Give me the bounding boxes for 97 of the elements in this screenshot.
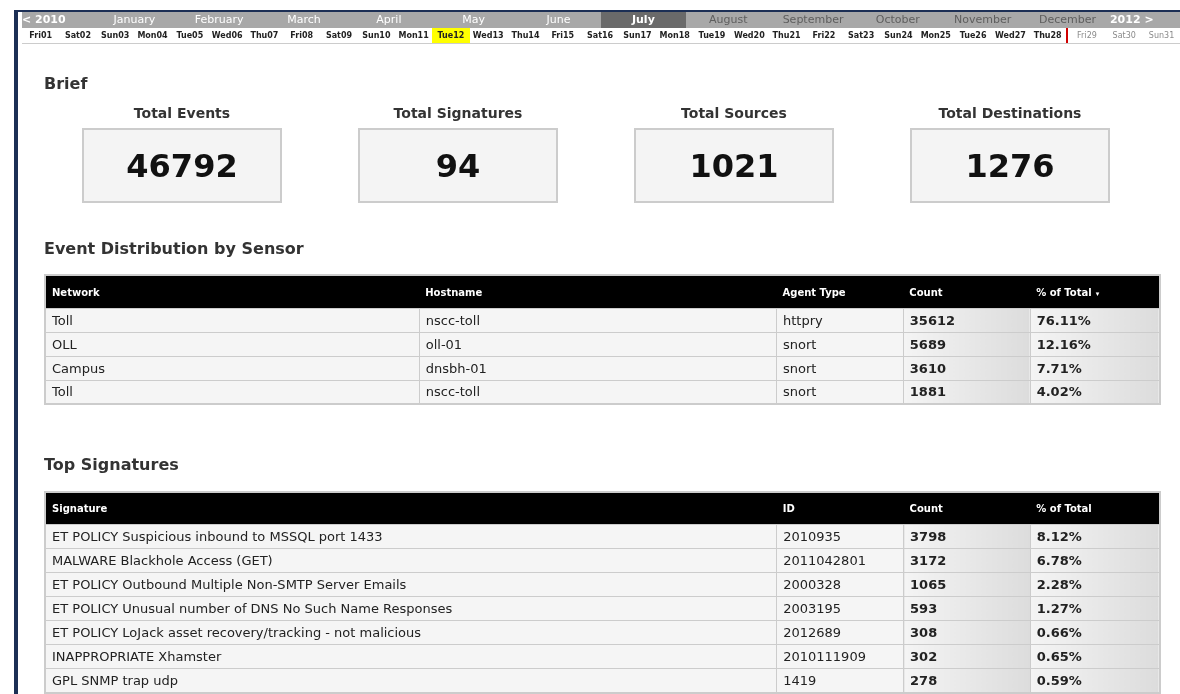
table-cell: Toll bbox=[45, 380, 420, 405]
day-link[interactable]: Fri08 bbox=[283, 28, 321, 43]
day-link[interactable]: Tue19 bbox=[693, 28, 731, 43]
day-link[interactable]: Thu28 bbox=[1029, 28, 1067, 43]
day-link[interactable]: Thu07 bbox=[245, 28, 284, 43]
day-link[interactable]: Thu14 bbox=[506, 28, 545, 43]
header-label: % of Total bbox=[1036, 286, 1092, 298]
day-link[interactable]: Sat02 bbox=[59, 28, 97, 43]
column-header: ID bbox=[776, 491, 904, 525]
table-cell: 1.27% bbox=[1030, 596, 1160, 621]
day-link[interactable]: Wed20 bbox=[730, 28, 768, 43]
table-cell: httpry bbox=[776, 308, 904, 333]
stat-label: Total Destinations bbox=[938, 104, 1082, 124]
day-link[interactable]: Tue05 bbox=[171, 28, 209, 43]
section-heading: Top Signatures bbox=[44, 455, 180, 475]
table-cell: ET POLICY Suspicious inbound to MSSQL port 1433 bbox=[45, 524, 777, 549]
column-header: Count bbox=[903, 491, 1031, 525]
day-link[interactable]: Fri01 bbox=[22, 28, 60, 43]
day-link[interactable]: Sun17 bbox=[618, 28, 657, 43]
table-cell: snort bbox=[776, 356, 904, 381]
day-link[interactable]: Mon11 bbox=[394, 28, 433, 43]
table-cell: 2000328 bbox=[776, 572, 904, 597]
table-cell: 2003195 bbox=[776, 596, 904, 621]
table-cell: OLL bbox=[45, 332, 420, 357]
day-link[interactable]: Sat09 bbox=[320, 28, 358, 43]
table-cell: oll-01 bbox=[419, 332, 777, 357]
day-link[interactable]: Sat23 bbox=[842, 28, 880, 43]
section-heading: Brief bbox=[44, 74, 89, 94]
stat-value: 1021 bbox=[634, 128, 834, 204]
day-link[interactable]: Sun24 bbox=[879, 28, 918, 43]
table-cell: INAPPROPRIATE Xhamster bbox=[45, 644, 777, 669]
day-link[interactable]: Wed06 bbox=[208, 28, 246, 43]
table-cell: Campus bbox=[45, 356, 420, 381]
table-cell: 278 bbox=[903, 668, 1031, 693]
table-cell: 3610 bbox=[903, 356, 1031, 381]
table-cell: 0.59% bbox=[1030, 668, 1160, 693]
table-cell: 35612 bbox=[903, 308, 1031, 333]
table-cell: 302 bbox=[903, 644, 1031, 669]
table-cell: 3798 bbox=[903, 524, 1031, 549]
table-cell: 7.71% bbox=[1030, 356, 1160, 381]
day-link[interactable]: Wed27 bbox=[991, 28, 1029, 43]
month-tab[interactable]: July bbox=[600, 12, 686, 28]
column-header: Network bbox=[45, 275, 420, 309]
column-header: Signature bbox=[45, 491, 777, 525]
stat-value: 1276 bbox=[910, 128, 1110, 204]
day-link[interactable]: Sun03 bbox=[96, 28, 134, 43]
day-link[interactable]: Fri22 bbox=[805, 28, 843, 43]
table-cell: 4.02% bbox=[1030, 380, 1160, 405]
stat-value: 94 bbox=[358, 128, 558, 204]
day-link[interactable]: Mon25 bbox=[917, 28, 955, 43]
table-cell: nscc-toll bbox=[419, 380, 777, 405]
day-link[interactable]: Mon04 bbox=[133, 28, 172, 43]
column-header: Count bbox=[903, 275, 1031, 309]
table-cell: 1419 bbox=[776, 668, 904, 693]
table-cell: 1881 bbox=[903, 380, 1031, 405]
day-link[interactable]: Sun10 bbox=[357, 28, 395, 43]
table-cell: 8.12% bbox=[1030, 524, 1160, 549]
table-cell: 0.66% bbox=[1030, 620, 1160, 645]
table-cell: 2010111909 bbox=[776, 644, 904, 669]
table-cell: 2.28% bbox=[1030, 572, 1160, 597]
section-heading: Event Distribution by Sensor bbox=[44, 239, 305, 259]
table-cell: Toll bbox=[45, 308, 420, 333]
table-cell: nscc-toll bbox=[419, 308, 777, 333]
stat-label: Total Sources bbox=[681, 104, 787, 124]
table-cell: 12.16% bbox=[1030, 332, 1160, 357]
day-link[interactable]: Fri15 bbox=[544, 28, 582, 43]
day-link[interactable]: Sat16 bbox=[581, 28, 619, 43]
table-cell: dnsbh-01 bbox=[419, 356, 777, 381]
table-cell: 5689 bbox=[903, 332, 1031, 357]
table-cell: 2010935 bbox=[776, 524, 904, 549]
table-cell: snort bbox=[776, 332, 904, 357]
table-cell: 593 bbox=[903, 596, 1031, 621]
column-header: Hostname bbox=[419, 275, 777, 309]
column-header: % of Total bbox=[1030, 491, 1160, 525]
stat-label: Total Events bbox=[133, 104, 231, 124]
table-cell: ET POLICY Outbound Multiple Non-SMTP Server Emails bbox=[45, 572, 777, 597]
table-cell: MALWARE Blackhole Access (GET) bbox=[45, 548, 777, 573]
table-cell: 76.11% bbox=[1030, 308, 1160, 333]
table-cell: GPL SNMP trap udp bbox=[45, 668, 777, 693]
table-cell: ET POLICY Unusual number of DNS No Such Name Responses bbox=[45, 596, 777, 621]
table-cell: 308 bbox=[903, 620, 1031, 645]
table-cell: 0.65% bbox=[1030, 644, 1160, 669]
day-link[interactable]: Tue12 bbox=[432, 28, 470, 43]
table-cell: 2012689 bbox=[776, 620, 904, 645]
day-link[interactable]: Wed13 bbox=[469, 28, 507, 43]
table-cell: 3172 bbox=[903, 548, 1031, 573]
table-cell: ET POLICY LoJack asset recovery/tracking - not malicious bbox=[45, 620, 777, 645]
table-cell: 2011042801 bbox=[776, 548, 904, 573]
stat-label: Total Signatures bbox=[393, 104, 523, 124]
column-header: Agent Type bbox=[776, 275, 904, 309]
table-cell: 6.78% bbox=[1030, 548, 1160, 573]
table-cell: 1065 bbox=[903, 572, 1031, 597]
day-link[interactable]: Mon18 bbox=[656, 28, 694, 43]
stat-value: 46792 bbox=[82, 128, 282, 204]
table-cell: snort bbox=[776, 380, 904, 405]
day-link[interactable]: Tue26 bbox=[954, 28, 992, 43]
day-link[interactable]: Thu21 bbox=[767, 28, 806, 43]
